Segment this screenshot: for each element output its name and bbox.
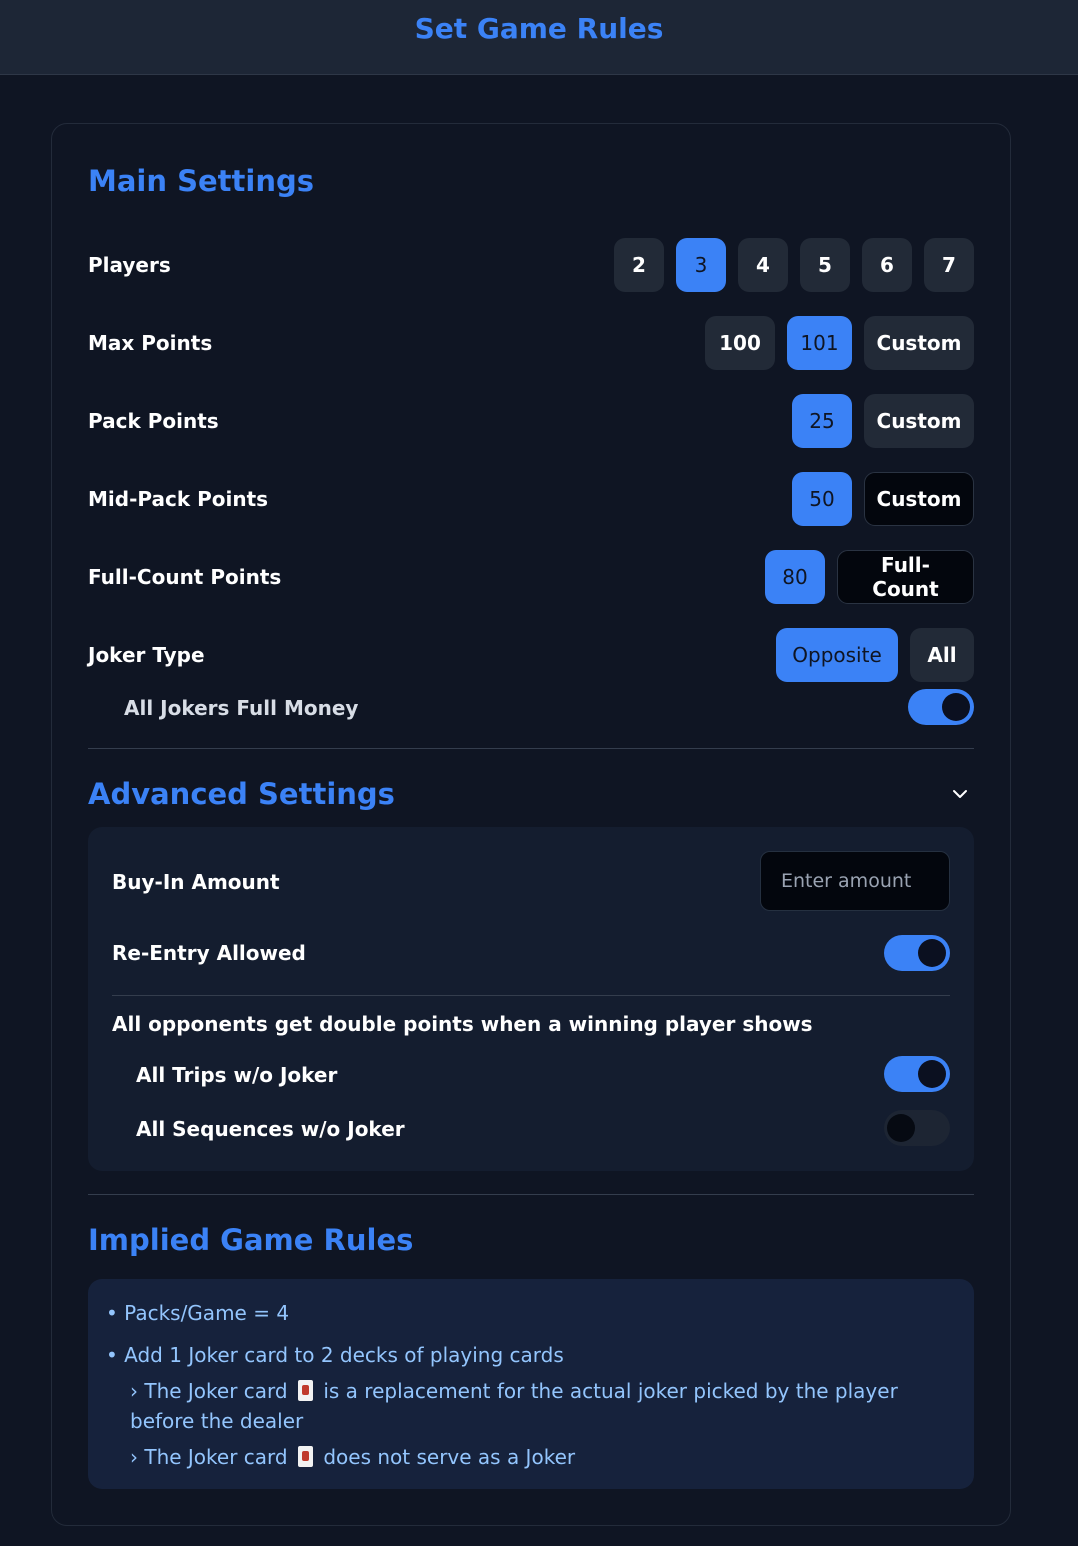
double-points-heading: All opponents get double points when a w… xyxy=(112,1012,813,1036)
rule-joker-not-joker: › The Joker card does not serve as a Jok… xyxy=(130,1442,950,1472)
rule-text: › The Joker card xyxy=(130,1379,288,1403)
rules-card: Main Settings Players 2 3 4 5 6 7 Max Po… xyxy=(51,123,1011,1526)
rule-packs-per-game: • Packs/Game = 4 xyxy=(106,1301,290,1325)
joker-type-label: Joker Type xyxy=(88,643,205,667)
max-points-label: Max Points xyxy=(88,331,213,355)
joker-type-row: Joker Type Opposite All xyxy=(88,628,974,682)
max-points-row: Max Points 100 101 Custom xyxy=(88,316,974,370)
all-sequences-toggle[interactable] xyxy=(884,1110,950,1146)
rule-joker-replacement: › The Joker card is a replacement for th… xyxy=(130,1376,950,1436)
max-points-options: 100 101 Custom xyxy=(705,316,974,370)
all-jokers-full-money-toggle[interactable] xyxy=(908,689,974,725)
implied-rules-title: Implied Game Rules xyxy=(88,1223,414,1257)
divider xyxy=(88,748,974,749)
max-points-option-100[interactable]: 100 xyxy=(705,316,775,370)
players-row: Players 2 3 4 5 6 7 xyxy=(88,238,974,292)
chevron-down-icon[interactable] xyxy=(948,782,972,806)
implied-rules-panel: • Packs/Game = 4 • Add 1 Joker card to 2… xyxy=(88,1279,974,1489)
toggle-knob xyxy=(942,693,970,721)
main-settings-title: Main Settings xyxy=(88,164,314,198)
re-entry-label: Re-Entry Allowed xyxy=(112,941,306,965)
mid-pack-points-option-50[interactable]: 50 xyxy=(792,472,852,526)
divider xyxy=(112,995,950,996)
mid-pack-points-options: 50 Custom xyxy=(792,472,974,526)
buy-in-label: Buy-In Amount xyxy=(112,870,280,894)
joker-type-option-opposite[interactable]: Opposite xyxy=(776,628,898,682)
pack-points-options: 25 Custom xyxy=(792,394,974,448)
joker-card-icon xyxy=(297,1380,313,1401)
players-option-3[interactable]: 3 xyxy=(676,238,726,292)
rule-add-joker: • Add 1 Joker card to 2 decks of playing… xyxy=(106,1343,564,1367)
mid-pack-points-custom-button[interactable]: Custom xyxy=(864,472,974,526)
toggle-knob xyxy=(887,1114,915,1142)
toggle-knob xyxy=(918,1060,946,1088)
all-trips-label: All Trips w/o Joker xyxy=(136,1063,338,1087)
advanced-settings-panel: Buy-In Amount Re-Entry Allowed All oppon… xyxy=(88,827,974,1171)
players-option-7[interactable]: 7 xyxy=(924,238,974,292)
players-option-5[interactable]: 5 xyxy=(800,238,850,292)
mid-pack-points-row: Mid-Pack Points 50 Custom xyxy=(88,472,974,526)
all-trips-toggle[interactable] xyxy=(884,1056,950,1092)
all-sequences-label: All Sequences w/o Joker xyxy=(136,1117,405,1141)
joker-card-icon xyxy=(297,1446,313,1467)
joker-type-option-all[interactable]: All xyxy=(910,628,974,682)
top-bar: Set Game Rules xyxy=(0,0,1078,75)
page-title: Set Game Rules xyxy=(414,12,664,45)
players-options: 2 3 4 5 6 7 xyxy=(614,238,974,292)
max-points-custom-button[interactable]: Custom xyxy=(864,316,974,370)
re-entry-toggle[interactable] xyxy=(884,935,950,971)
full-count-points-options: 80 Full-Count xyxy=(765,550,974,604)
divider xyxy=(88,1194,974,1195)
pack-points-custom-button[interactable]: Custom xyxy=(864,394,974,448)
players-option-4[interactable]: 4 xyxy=(738,238,788,292)
max-points-option-101[interactable]: 101 xyxy=(787,316,852,370)
players-label: Players xyxy=(88,253,171,277)
pack-points-label: Pack Points xyxy=(88,409,219,433)
buy-in-amount-input[interactable] xyxy=(760,851,950,911)
full-count-points-option-80[interactable]: 80 xyxy=(765,550,825,604)
full-count-points-label: Full-Count Points xyxy=(88,565,282,589)
players-option-2[interactable]: 2 xyxy=(614,238,664,292)
players-option-6[interactable]: 6 xyxy=(862,238,912,292)
pack-points-option-25[interactable]: 25 xyxy=(792,394,852,448)
pack-points-row: Pack Points 25 Custom xyxy=(88,394,974,448)
all-jokers-full-money-label: All Jokers Full Money xyxy=(124,696,359,720)
mid-pack-points-label: Mid-Pack Points xyxy=(88,487,269,511)
full-count-button[interactable]: Full-Count xyxy=(837,550,974,604)
advanced-settings-title: Advanced Settings xyxy=(88,777,395,811)
rule-text: does not serve as a Joker xyxy=(323,1445,576,1469)
rule-text: › The Joker card xyxy=(130,1445,288,1469)
toggle-knob xyxy=(918,939,946,967)
full-count-points-row: Full-Count Points 80 Full-Count xyxy=(88,550,974,604)
joker-type-options: Opposite All xyxy=(776,628,974,682)
